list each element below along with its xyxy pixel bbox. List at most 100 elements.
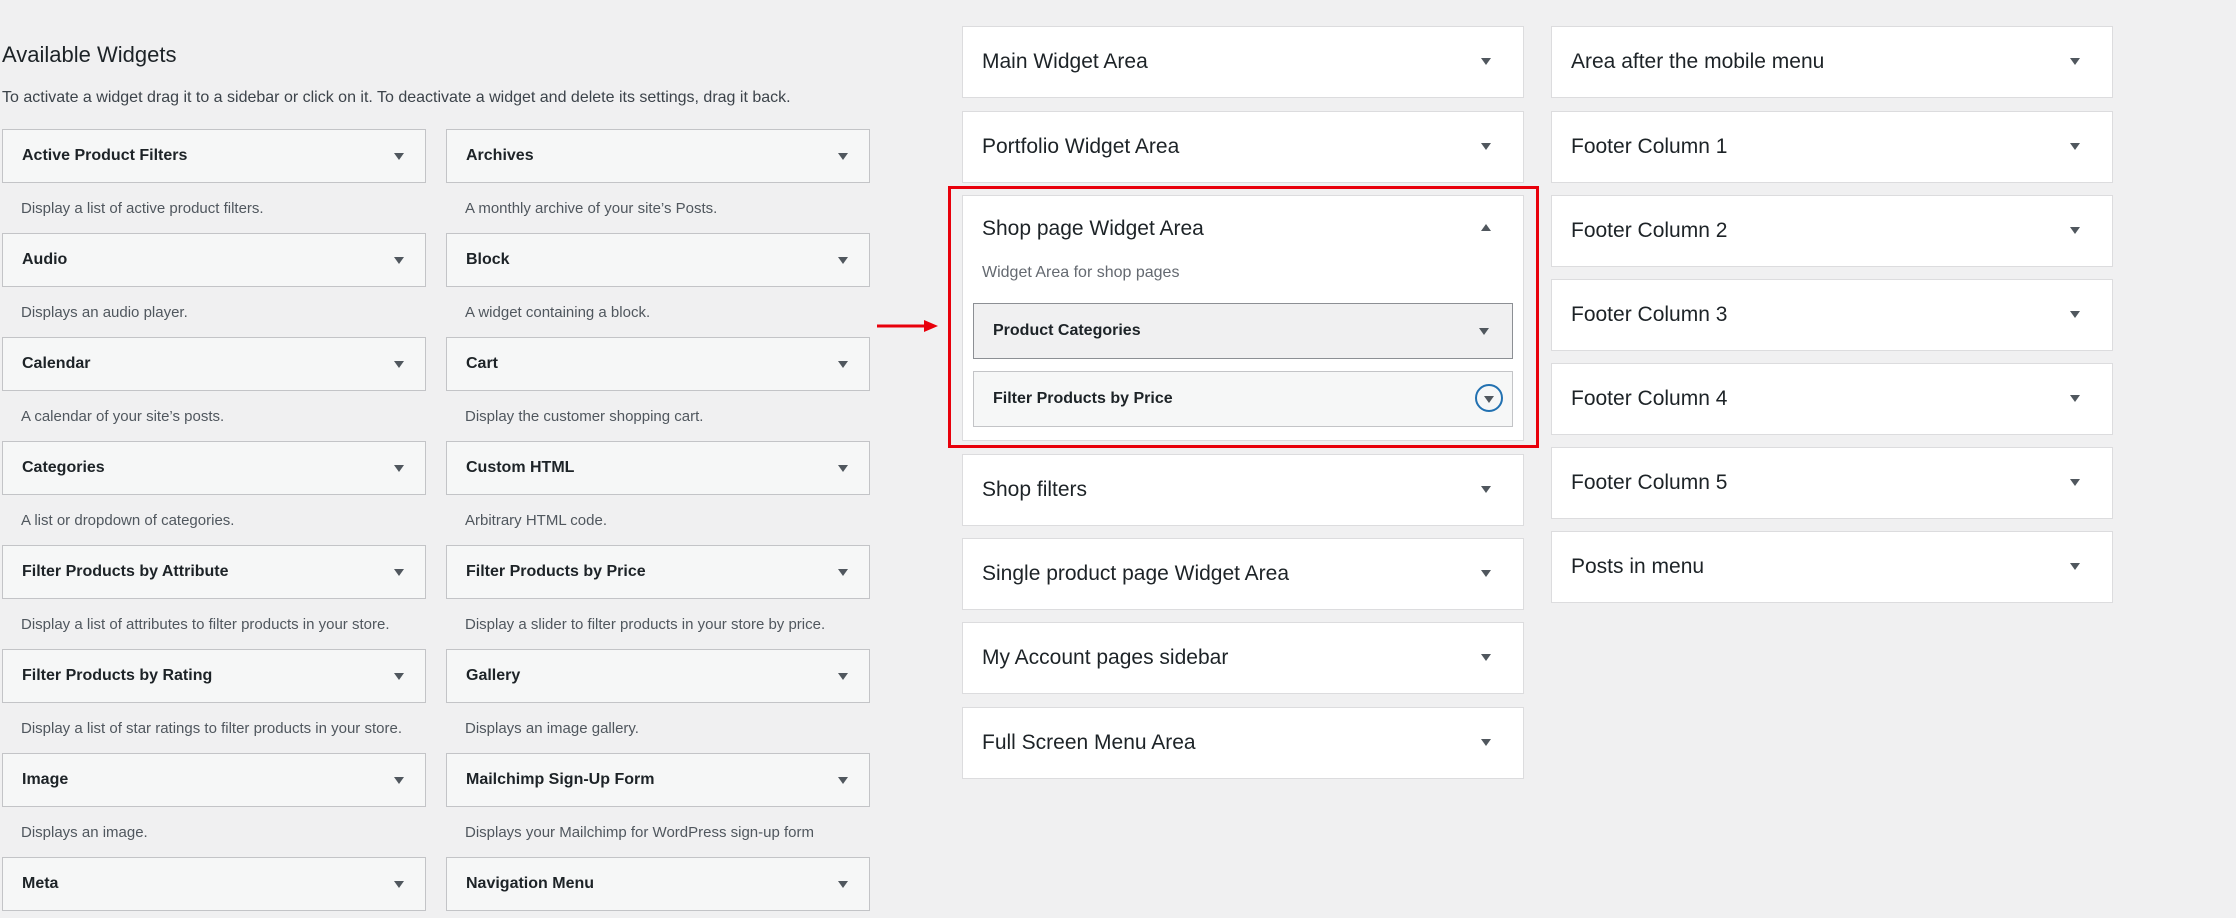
widget-block[interactable]: Block A widget containing a block. — [446, 233, 870, 321]
chevron-down-icon[interactable] — [394, 777, 404, 784]
widget-gallery[interactable]: Gallery Displays an image gallery. — [446, 649, 870, 737]
widget-handle[interactable]: Archives — [446, 129, 870, 183]
sidebar-my-account-pages[interactable]: My Account pages sidebar — [962, 622, 1524, 694]
chevron-up-icon[interactable] — [1481, 224, 1491, 231]
chevron-down-icon[interactable] — [1479, 328, 1489, 335]
widget-handle[interactable]: Active Product Filters — [2, 129, 426, 183]
sidebar-posts-in-menu[interactable]: Posts in menu — [1551, 531, 2113, 603]
chevron-down-icon[interactable] — [838, 569, 848, 576]
widget-handle[interactable]: Categories — [2, 441, 426, 495]
widget-image[interactable]: Image Displays an image. — [2, 753, 426, 841]
chevron-down-icon[interactable] — [2070, 311, 2080, 318]
widget-description: Display a list of star ratings to filter… — [21, 720, 402, 737]
widget-title: Calendar — [22, 355, 91, 372]
sidebar-area-after-mobile-menu[interactable]: Area after the mobile menu — [1551, 26, 2113, 98]
chevron-down-icon[interactable] — [2070, 58, 2080, 65]
chevron-down-icon[interactable] — [1481, 654, 1491, 661]
chevron-down-icon[interactable] — [394, 153, 404, 160]
widget-description: A calendar of your site’s posts. — [21, 408, 225, 425]
sidebar-footer-column-1[interactable]: Footer Column 1 — [1551, 111, 2113, 183]
chevron-down-icon[interactable] — [838, 361, 848, 368]
widget-cart[interactable]: Cart Display the customer shopping cart. — [446, 337, 870, 425]
widget-description: Displays an image. — [21, 824, 148, 841]
widget-handle[interactable]: Mailchimp Sign-Up Form — [446, 753, 870, 807]
widget-active-product-filters[interactable]: Active Product Filters Display a list of… — [2, 129, 426, 217]
widget-title: Filter Products by Rating — [22, 667, 213, 684]
chevron-down-icon[interactable] — [838, 777, 848, 784]
chevron-down-icon[interactable] — [1481, 486, 1491, 493]
widget-mailchimp-sign-up-form[interactable]: Mailchimp Sign-Up Form Displays your Mai… — [446, 753, 870, 841]
chevron-down-icon[interactable] — [1481, 58, 1491, 65]
chevron-down-icon[interactable] — [838, 881, 848, 888]
sidebar-single-product-page-widget-area[interactable]: Single product page Widget Area — [962, 538, 1524, 610]
widget-title: Custom HTML — [466, 459, 575, 476]
widget-handle[interactable]: Filter Products by Attribute — [2, 545, 426, 599]
chevron-down-icon[interactable] — [2070, 563, 2080, 570]
widget-handle[interactable]: Filter Products by Rating — [2, 649, 426, 703]
widget-handle[interactable]: Meta — [2, 857, 426, 911]
sidebar-title: Shop page Widget Area — [982, 217, 1204, 240]
widget-description: Displays your Mailchimp for WordPress si… — [465, 824, 814, 841]
widget-archives[interactable]: Archives A monthly archive of your site’… — [446, 129, 870, 217]
widget-handle[interactable]: Block — [446, 233, 870, 287]
chevron-down-icon[interactable] — [1481, 739, 1491, 746]
sidebar-title: Single product page Widget Area — [982, 562, 1290, 585]
widget-handle[interactable]: Calendar — [2, 337, 426, 391]
widget-description: A monthly archive of your site’s Posts. — [465, 200, 718, 217]
widget-custom-html[interactable]: Custom HTML Arbitrary HTML code. — [446, 441, 870, 529]
widget-categories[interactable]: Categories A list or dropdown of categor… — [2, 441, 426, 529]
widget-title: Block — [466, 251, 510, 268]
widget-handle[interactable]: Cart — [446, 337, 870, 391]
chevron-down-icon[interactable] — [394, 569, 404, 576]
chevron-down-icon[interactable] — [838, 257, 848, 264]
chevron-down-icon[interactable] — [1481, 570, 1491, 577]
sidebar-title: Footer Column 5 — [1571, 471, 1728, 494]
chevron-down-icon[interactable] — [394, 257, 404, 264]
sidebar-title: Area after the mobile menu — [1571, 50, 1825, 73]
widget-handle[interactable]: Filter Products by Price — [446, 545, 870, 599]
widget-meta[interactable]: Meta — [2, 857, 426, 911]
sidebar-footer-column-3[interactable]: Footer Column 3 — [1551, 279, 2113, 351]
chevron-down-icon[interactable] — [838, 153, 848, 160]
widget-filter-products-by-price-placed[interactable]: Filter Products by Price — [973, 371, 1513, 427]
widget-audio[interactable]: Audio Displays an audio player. — [2, 233, 426, 321]
widget-filter-products-by-attribute[interactable]: Filter Products by Attribute Display a l… — [2, 545, 426, 633]
widget-product-categories[interactable]: Product Categories — [973, 303, 1513, 359]
sidebar-title: Footer Column 1 — [1571, 135, 1728, 158]
chevron-down-icon[interactable] — [1481, 143, 1491, 150]
widget-filter-products-by-rating[interactable]: Filter Products by Rating Display a list… — [2, 649, 426, 737]
widget-calendar[interactable]: Calendar A calendar of your site’s posts… — [2, 337, 426, 425]
toggle-button[interactable] — [1475, 384, 1503, 412]
chevron-down-icon[interactable] — [394, 465, 404, 472]
sidebar-portfolio-widget-area[interactable]: Portfolio Widget Area — [962, 111, 1524, 183]
chevron-down-icon[interactable] — [838, 673, 848, 680]
sidebar-title: Footer Column 4 — [1571, 387, 1728, 410]
chevron-down-icon[interactable] — [2070, 143, 2080, 150]
sidebar-footer-column-4[interactable]: Footer Column 4 — [1551, 363, 2113, 435]
widget-handle[interactable]: Navigation Menu — [446, 857, 870, 911]
sidebar-footer-column-5[interactable]: Footer Column 5 — [1551, 447, 2113, 519]
chevron-down-icon[interactable] — [838, 465, 848, 472]
widget-navigation-menu[interactable]: Navigation Menu — [446, 857, 870, 911]
widget-filter-products-by-price[interactable]: Filter Products by Price Display a slide… — [446, 545, 870, 633]
sidebar-shop-page-widget-area[interactable]: Shop page Widget Area Widget Area for sh… — [962, 195, 1524, 441]
chevron-down-icon[interactable] — [394, 881, 404, 888]
sidebar-footer-column-2[interactable]: Footer Column 2 — [1551, 195, 2113, 267]
sidebar-shop-filters[interactable]: Shop filters — [962, 454, 1524, 526]
chevron-down-icon[interactable] — [394, 361, 404, 368]
widget-description: Display a list of active product filters… — [21, 200, 264, 217]
available-widgets-description: To activate a widget drag it to a sideba… — [2, 89, 791, 106]
widget-title: Filter Products by Price — [466, 563, 646, 580]
chevron-down-icon[interactable] — [2070, 227, 2080, 234]
widget-handle[interactable]: Custom HTML — [446, 441, 870, 495]
widget-handle[interactable]: Gallery — [446, 649, 870, 703]
chevron-down-icon[interactable] — [394, 673, 404, 680]
chevron-down-icon[interactable] — [2070, 479, 2080, 486]
sidebar-title: Footer Column 3 — [1571, 303, 1728, 326]
sidebar-main-widget-area[interactable]: Main Widget Area — [962, 26, 1524, 98]
widget-handle[interactable]: Image — [2, 753, 426, 807]
chevron-down-icon[interactable] — [2070, 395, 2080, 402]
widget-title: Active Product Filters — [22, 147, 188, 164]
sidebar-full-screen-menu-area[interactable]: Full Screen Menu Area — [962, 707, 1524, 779]
widget-handle[interactable]: Audio — [2, 233, 426, 287]
